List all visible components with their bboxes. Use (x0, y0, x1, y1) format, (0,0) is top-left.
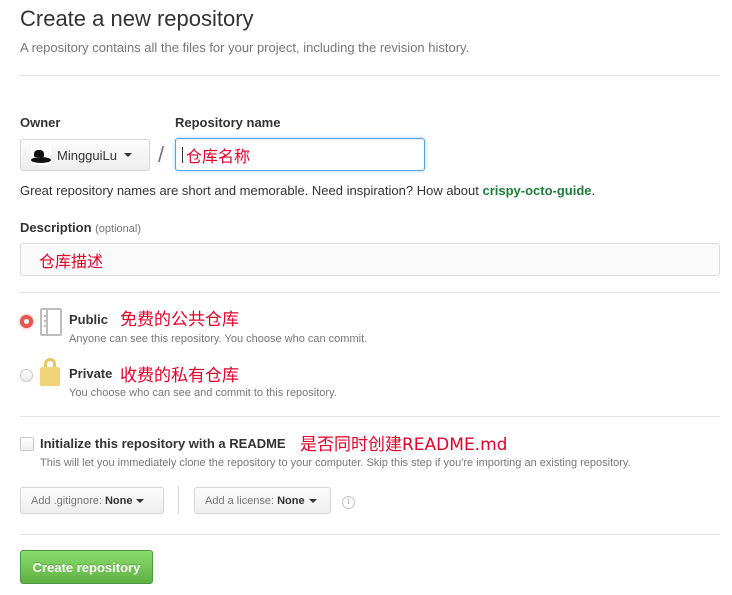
name-suggestion-link[interactable]: crispy-octo-guide (482, 183, 591, 198)
readme-annotation: 是否同时创建README.md (300, 435, 508, 455)
chevron-down-icon (136, 498, 145, 503)
divider (20, 416, 720, 417)
public-annotation: 免费的公共仓库 (120, 310, 239, 330)
page-subtitle: A repository contains all the files for … (20, 40, 470, 55)
create-repository-button[interactable]: Create repository (20, 550, 153, 584)
name-hint-end: . (591, 183, 596, 198)
owner-select-button[interactable]: MingguiLu (20, 139, 150, 171)
gitignore-select[interactable]: Add .gitignore: None (20, 487, 164, 514)
repo-book-icon (40, 308, 62, 336)
private-annotation: 收费的私有仓库 (120, 366, 239, 386)
divider (20, 534, 720, 535)
page-title: Create a new repository (20, 6, 254, 31)
description-value: 仓库描述 (39, 251, 104, 271)
gitignore-value: None (104, 494, 133, 507)
name-hint: Great repository names are short and mem… (20, 183, 595, 198)
info-icon[interactable]: i (342, 496, 355, 509)
public-option-title[interactable]: Public (69, 312, 108, 327)
owner-label: Owner (20, 115, 61, 130)
avatar (31, 145, 51, 165)
chevron-down-icon (308, 498, 317, 503)
private-radio[interactable] (20, 369, 33, 382)
description-input[interactable]: 仓库描述 (20, 243, 720, 276)
owner-name: MingguiLu (57, 147, 117, 163)
vertical-separator (178, 486, 179, 514)
private-option-desc: You choose who can see and commit to thi… (69, 387, 337, 399)
divider (20, 292, 720, 293)
optional-tag: (optional) (95, 223, 141, 235)
public-option-desc: Anyone can see this repository. You choo… (69, 333, 368, 345)
owner-repo-separator: / (158, 142, 165, 167)
readme-checkbox[interactable] (20, 437, 34, 451)
name-hint-text: Great repository names are short and mem… (20, 183, 483, 198)
lock-icon (40, 367, 60, 386)
text-cursor (182, 146, 183, 163)
license-value: None (277, 494, 305, 507)
repository-name-input[interactable]: 仓库名称 (175, 138, 425, 171)
chevron-down-icon (124, 153, 132, 157)
license-select[interactable]: Add a license: None (194, 487, 331, 514)
repo-name-label: Repository name (175, 115, 281, 130)
description-label-text: Description (20, 220, 92, 235)
readme-option-title[interactable]: Initialize this repository with a README (40, 436, 286, 451)
divider (20, 75, 720, 76)
public-radio[interactable] (20, 315, 33, 328)
description-label: Description (optional) (20, 220, 141, 235)
private-option-title[interactable]: Private (69, 366, 112, 381)
license-label: Add a license: (205, 494, 275, 507)
repository-name-value: 仓库名称 (186, 146, 251, 166)
gitignore-label: Add .gitignore: (31, 494, 102, 507)
readme-option-desc: This will let you immediately clone the … (40, 457, 631, 469)
